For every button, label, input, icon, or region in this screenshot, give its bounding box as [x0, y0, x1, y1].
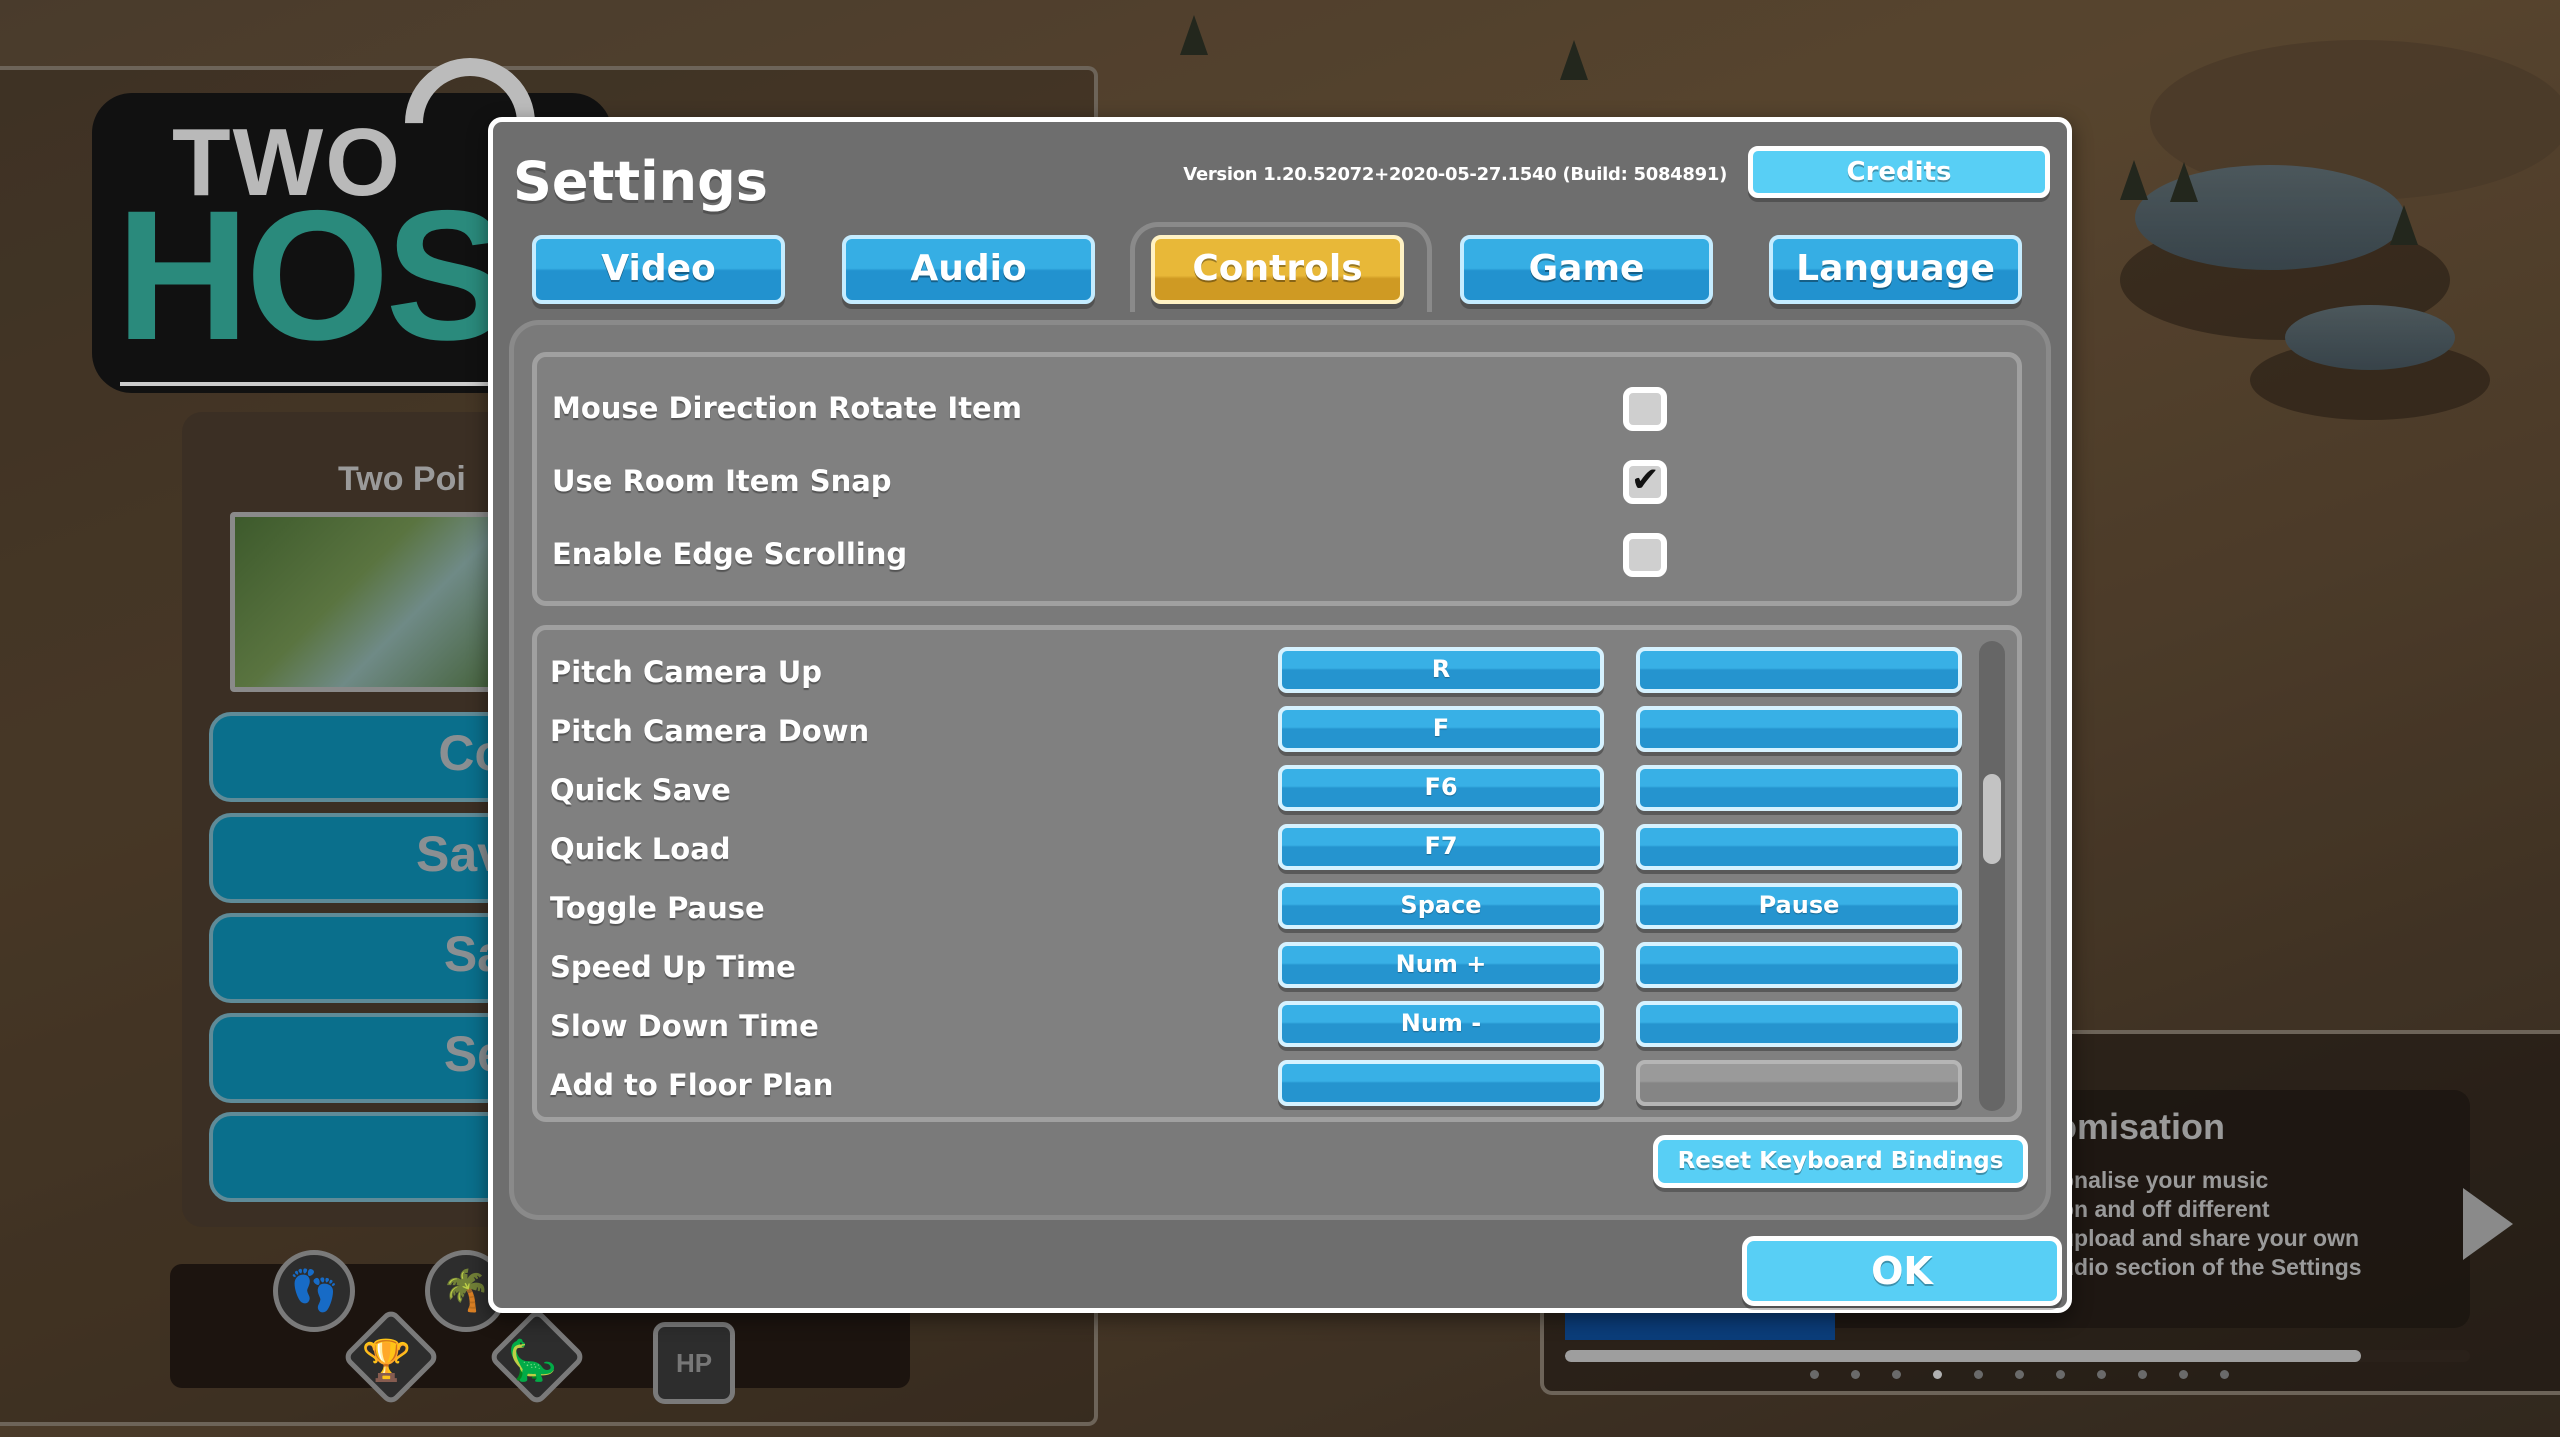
secondary-key-button[interactable]: [1636, 942, 1962, 988]
game-logo-text-main: HOS: [116, 173, 509, 379]
secondary-key-button[interactable]: [1636, 824, 1962, 870]
tips-page-dot[interactable]: [1810, 1370, 1819, 1379]
secondary-key-button-disabled: [1636, 1060, 1962, 1106]
tips-page-dot[interactable]: [1974, 1370, 1983, 1379]
primary-key-button[interactable]: Num +: [1278, 942, 1604, 988]
secondary-key-button[interactable]: Pause: [1636, 883, 1962, 929]
tips-next-arrow-icon[interactable]: [2463, 1188, 2513, 1260]
option-row-room-item-snap: Use Room Item Snap ✔: [537, 452, 2017, 512]
tips-page-dot[interactable]: [2015, 1370, 2024, 1379]
option-label: Use Room Item Snap: [552, 464, 892, 498]
primary-key-button[interactable]: R: [1278, 647, 1604, 693]
tips-page-dot[interactable]: [2097, 1370, 2106, 1379]
game-logo-heartbeat-line: [120, 382, 500, 386]
binding-row: Slow Down Time Num -: [537, 1001, 2017, 1053]
tips-page-dot[interactable]: [1851, 1370, 1860, 1379]
bindings-scrollbar-thumb[interactable]: [1983, 774, 2001, 864]
primary-key-button[interactable]: [1278, 1060, 1604, 1106]
binding-action-label: Slow Down Time: [550, 1009, 819, 1043]
settings-dialog: Settings Version 1.20.52072+2020-05-27.1…: [488, 117, 2072, 1313]
mouse-direction-rotate-checkbox[interactable]: [1623, 387, 1667, 431]
main-menu-button-5[interactable]: [209, 1112, 509, 1202]
save-name: Two Poi: [338, 460, 466, 498]
binding-row: Pitch Camera Down F: [537, 706, 2017, 758]
tips-page-dot[interactable]: [2220, 1370, 2229, 1379]
binding-row: Quick Load F7: [537, 824, 2017, 876]
primary-key-button[interactable]: Space: [1278, 883, 1604, 929]
checkmark-icon: ✔: [1631, 460, 1660, 500]
binding-row: Quick Save F6: [537, 765, 2017, 817]
binding-action-label: Quick Save: [550, 773, 731, 807]
secondary-key-button[interactable]: [1636, 1001, 1962, 1047]
tab-game[interactable]: Game: [1460, 235, 1713, 304]
tips-page-dot[interactable]: [2179, 1370, 2188, 1379]
main-menu-button-4[interactable]: Se: [209, 1013, 509, 1103]
save-thumbnail: [230, 512, 530, 692]
secondary-key-button[interactable]: [1636, 706, 1962, 752]
option-row-edge-scrolling: Enable Edge Scrolling: [537, 525, 2017, 585]
primary-key-button[interactable]: F: [1278, 706, 1604, 752]
edge-scrolling-checkbox[interactable]: [1623, 533, 1667, 577]
option-row-mouse-direction-rotate: Mouse Direction Rotate Item: [537, 379, 2017, 439]
control-options-panel: Mouse Direction Rotate Item Use Room Ite…: [532, 352, 2022, 606]
secondary-key-button[interactable]: [1636, 647, 1962, 693]
tips-page-dot[interactable]: [2056, 1370, 2065, 1379]
main-menu-button-1[interactable]: Co: [209, 712, 509, 802]
tips-page-dot[interactable]: [2138, 1370, 2147, 1379]
tab-audio[interactable]: Audio: [842, 235, 1095, 304]
tips-page-dot[interactable]: [1892, 1370, 1901, 1379]
primary-key-button[interactable]: F6: [1278, 765, 1604, 811]
main-menu-button-3[interactable]: Sa: [209, 913, 509, 1003]
binding-action-label: Quick Load: [550, 832, 731, 866]
footprint-icon[interactable]: 👣: [273, 1250, 355, 1332]
main-menu-button-2[interactable]: Sav: [209, 813, 509, 903]
binding-row: Speed Up Time Num +: [537, 942, 2017, 994]
binding-row: Pitch Camera Up R: [537, 647, 2017, 699]
room-item-snap-checkbox[interactable]: ✔: [1623, 460, 1667, 504]
key-bindings-list: Pitch Camera Up R Pitch Camera Down F Qu…: [532, 625, 2022, 1122]
version-text: Version 1.20.52072+2020-05-27.1540 (Buil…: [1183, 164, 1727, 185]
binding-action-label: Pitch Camera Up: [550, 655, 823, 689]
tab-video[interactable]: Video: [532, 235, 785, 304]
tips-page-dots: [1810, 1370, 2229, 1379]
binding-row: Toggle Pause Space Pause: [537, 883, 2017, 935]
credits-button[interactable]: Credits: [1748, 146, 2050, 198]
tab-language[interactable]: Language: [1769, 235, 2022, 304]
binding-action-label: Speed Up Time: [550, 950, 796, 984]
dialog-title: Settings: [513, 150, 768, 213]
secondary-key-button[interactable]: [1636, 765, 1962, 811]
hp-sign-icon[interactable]: HP: [653, 1322, 735, 1404]
tips-progress-fill: [1565, 1350, 2362, 1362]
binding-action-label: Toggle Pause: [550, 891, 765, 925]
binding-row: Add to Floor Plan: [537, 1060, 2017, 1112]
primary-key-button[interactable]: F7: [1278, 824, 1604, 870]
binding-action-label: Add to Floor Plan: [550, 1068, 834, 1102]
tips-page-dot[interactable]: [1933, 1370, 1942, 1379]
bindings-scrollbar[interactable]: [1979, 641, 2005, 1111]
option-label: Enable Edge Scrolling: [552, 537, 908, 571]
reset-keyboard-bindings-button[interactable]: Reset Keyboard Bindings: [1653, 1135, 2028, 1188]
tab-controls[interactable]: Controls: [1151, 235, 1404, 304]
tips-progress-bar: [1565, 1350, 2470, 1362]
tips-title: omisation: [2055, 1106, 2226, 1147]
ok-button[interactable]: OK: [1742, 1236, 2062, 1306]
tips-body: onalise your music on and off different …: [2060, 1167, 2362, 1280]
option-label: Mouse Direction Rotate Item: [552, 391, 1022, 425]
primary-key-button[interactable]: Num -: [1278, 1001, 1604, 1047]
binding-action-label: Pitch Camera Down: [550, 714, 870, 748]
